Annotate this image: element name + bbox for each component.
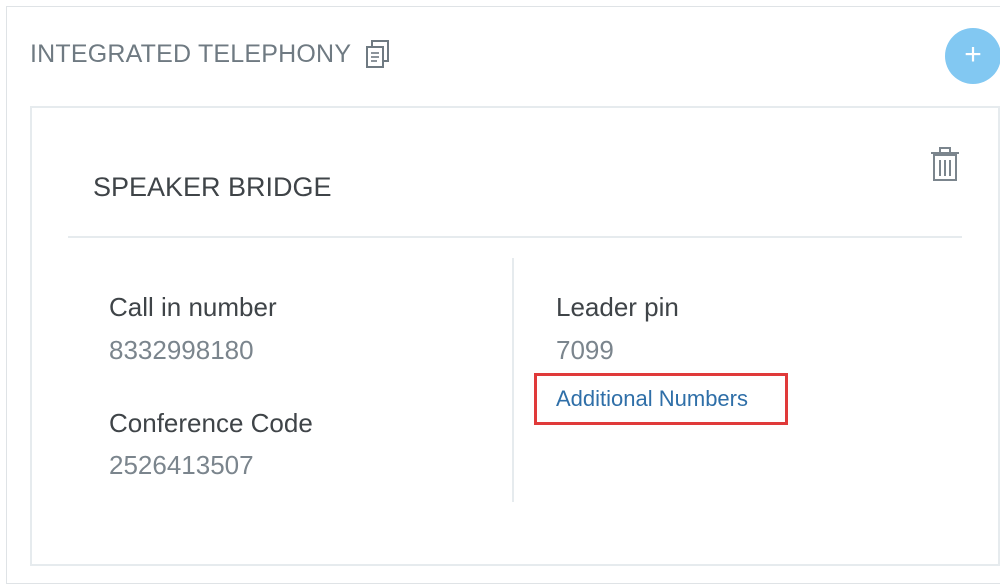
additional-numbers-link[interactable]: Additional Numbers	[556, 386, 748, 412]
leader-pin-label: Leader pin	[556, 292, 679, 322]
plus-icon: +	[964, 38, 982, 71]
card-header-divider	[68, 236, 962, 238]
conference-code-value: 2526413507	[109, 450, 254, 480]
card-title: SPEAKER BRIDGE	[93, 172, 332, 202]
call-in-number-label: Call in number	[109, 292, 277, 322]
call-in-number-value: 8332998180	[109, 335, 254, 365]
copy-icon[interactable]	[363, 38, 393, 70]
section-title: INTEGRATED TELEPHONY	[30, 39, 352, 68]
trash-icon[interactable]	[928, 146, 962, 182]
add-button[interactable]: +	[945, 28, 1000, 84]
conference-code-label: Conference Code	[109, 408, 313, 438]
leader-pin-value: 7099	[556, 335, 614, 365]
section-header: INTEGRATED TELEPHONY	[30, 38, 393, 70]
column-divider	[512, 258, 514, 502]
